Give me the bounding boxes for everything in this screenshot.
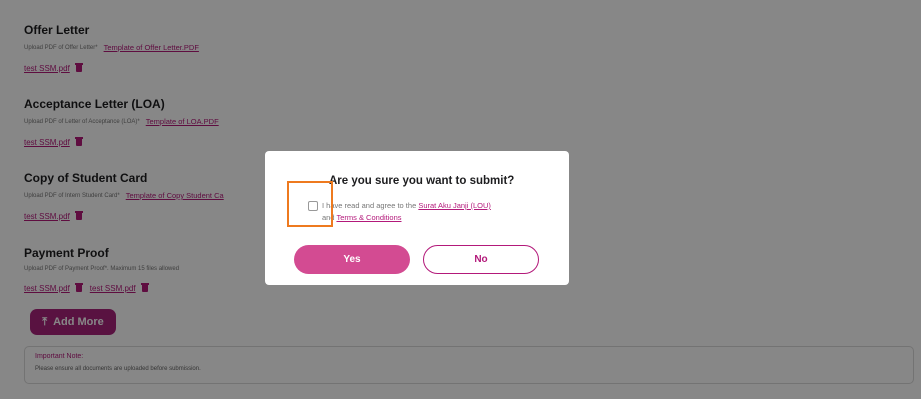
no-button[interactable]: No bbox=[423, 245, 539, 274]
terms-link[interactable]: Terms & Conditions bbox=[336, 213, 401, 222]
lou-link[interactable]: Surat Aku Janji (LOU) bbox=[418, 201, 491, 210]
agree-text: I have read and agree to the Surat Aku J… bbox=[322, 201, 491, 222]
dialog-title: Are you sure you want to submit? bbox=[329, 175, 515, 187]
yes-button[interactable]: Yes bbox=[294, 245, 410, 274]
checkbox-highlight-box bbox=[287, 181, 333, 227]
